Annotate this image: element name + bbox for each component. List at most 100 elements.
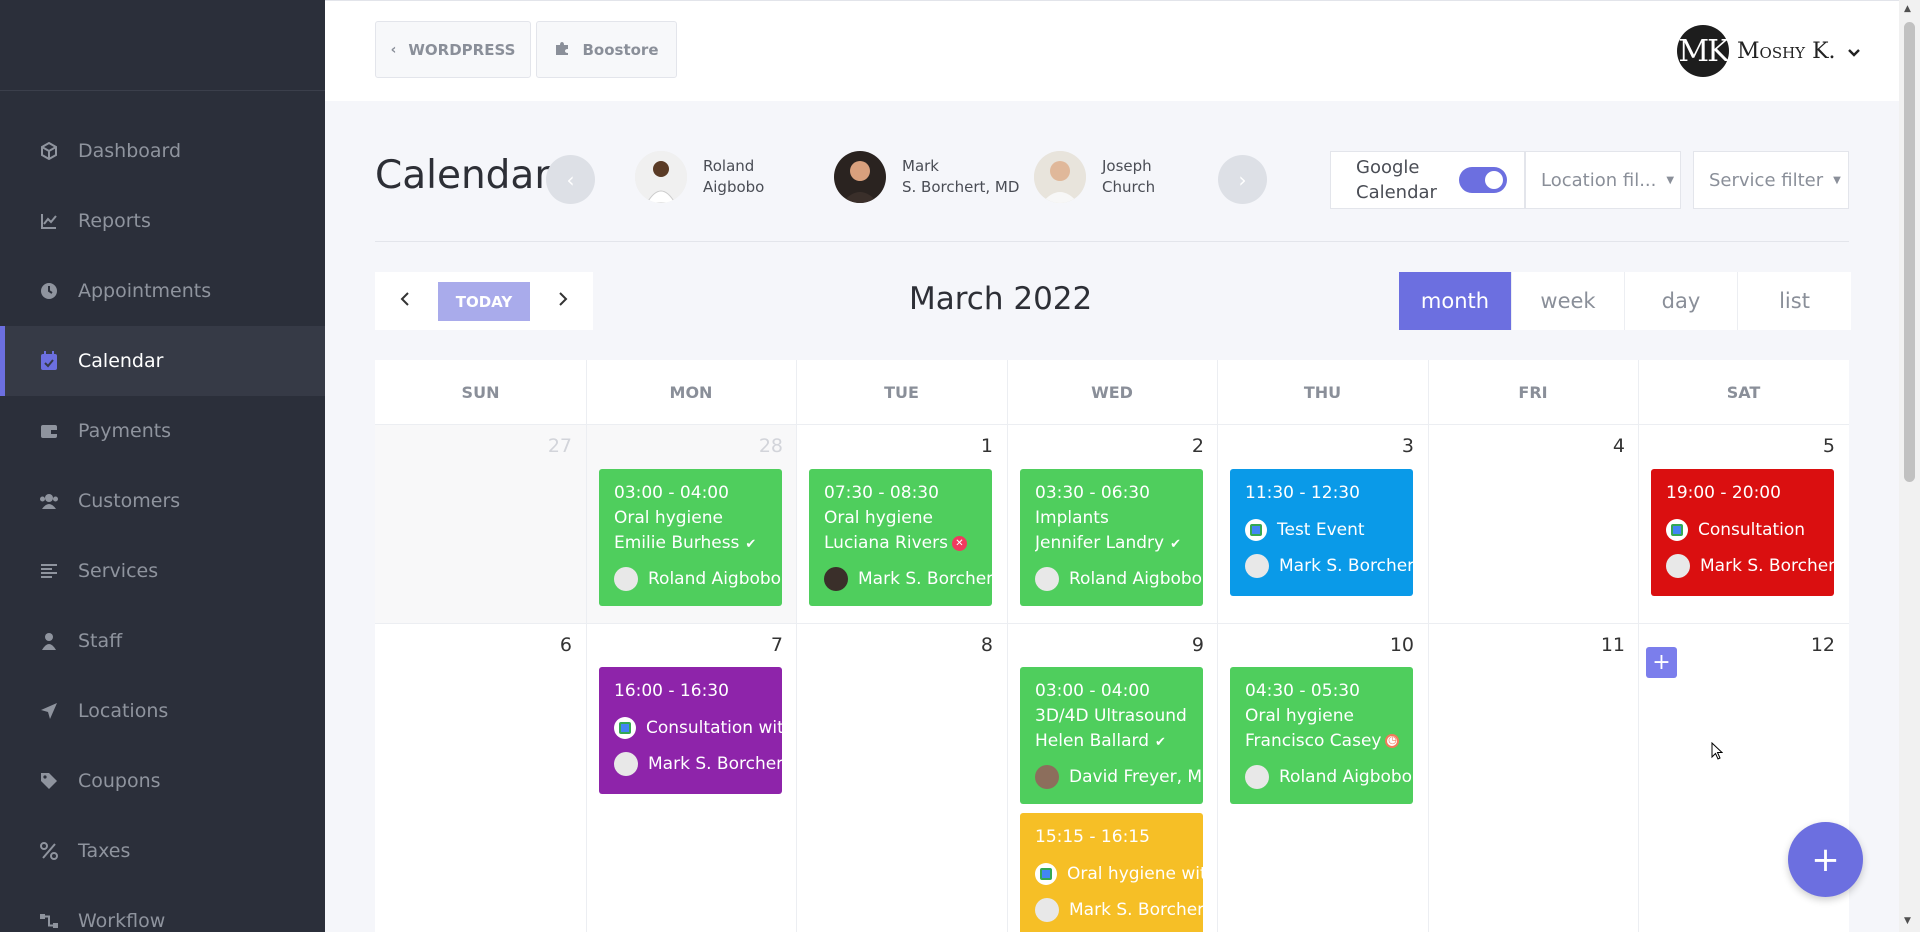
event-customer: Emilie Burhess [614,533,740,553]
sidebar-nav: Dashboard Reports Appointments Calendar … [0,116,325,932]
prev-month-button[interactable] [400,288,410,312]
day-number[interactable]: 9 [1164,634,1204,656]
event-time: 16:00 - 16:30 [614,681,729,701]
check-icon: ✔ [1170,537,1181,552]
wordpress-back-button[interactable]: ‹ WORDPRESS [375,21,531,78]
event-card[interactable]: 03:00 - 04:00 Oral hygiene Emilie Burhes… [599,469,782,606]
scrollbar-thumb[interactable] [1904,22,1915,482]
puzzle-icon [554,40,570,60]
staff-photo [834,151,886,203]
staff-item-joseph[interactable]: Joseph Church [1034,151,1156,203]
today-button[interactable]: TODAY [438,282,530,321]
avatar: MK [1677,25,1730,77]
add-appointment-fab[interactable]: + [1788,822,1863,897]
event-staff: Mark S. Borchert [858,569,992,589]
wallet-icon [38,420,60,442]
day-number[interactable]: 11 [1585,634,1625,656]
user-menu[interactable]: MK Moshy K. [1677,25,1860,77]
event-card[interactable]: 03:30 - 06:30 Implants Jennifer Landry ✔ … [1020,469,1203,606]
page-scrollbar[interactable]: ▲ ▼ [1899,0,1920,932]
event-staff: Mark S. Borchert [1700,556,1834,576]
event-card[interactable]: 15:15 - 16:15 Oral hygiene with Mark S. … [1020,813,1203,932]
sidebar-item-appointments[interactable]: Appointments [0,256,325,326]
scroll-up-icon[interactable]: ▲ [1904,4,1911,14]
sidebar-item-services[interactable]: Services [0,536,325,606]
google-calendar-label: Google Calendar [1356,157,1437,203]
mouse-cursor-icon [1711,742,1723,760]
event-staff: David Freyer, MD [1069,767,1203,787]
staff-avatar [614,567,638,591]
day-number[interactable]: 7 [743,634,783,656]
staff-item-mark[interactable]: Mark S. Borchert, MD [834,151,1029,203]
staff-name-line2: S. Borchert, MD [902,178,1020,196]
staff-next-button[interactable]: › [1218,155,1267,204]
grid-line [586,360,587,932]
sidebar-item-customers[interactable]: Customers [0,466,325,536]
day-number[interactable]: 6 [532,634,572,656]
service-filter[interactable]: Service filter ▼ [1693,151,1849,209]
day-number[interactable]: 3 [1374,435,1414,457]
day-number[interactable]: 4 [1585,435,1625,457]
staff-avatar [1245,554,1269,578]
staff-avatar [824,567,848,591]
sidebar-item-payments[interactable]: Payments [0,396,325,466]
weekday-header: SUN [461,382,500,402]
staff-avatar [1035,567,1059,591]
day-number[interactable]: 12 [1795,634,1835,656]
weekday-header: THU [1303,382,1342,402]
day-number[interactable]: 1 [953,435,993,457]
sidebar-item-label: Dashboard [78,140,182,162]
day-number[interactable]: 28 [743,435,783,457]
day-number[interactable]: 5 [1795,435,1835,457]
sidebar-item-label: Taxes [78,840,131,862]
top-bar: ‹ WORDPRESS Boostore MK Moshy K. [325,0,1899,101]
view-month-button[interactable]: month [1399,272,1512,330]
staff-name-line2: Church [1102,178,1156,196]
event-title: Oral hygiene with [1067,864,1203,884]
cube-icon [38,140,60,162]
view-week-button[interactable]: week [1512,272,1625,330]
boostore-button[interactable]: Boostore [536,21,677,78]
event-title: Consultation with [646,718,782,738]
sidebar-item-dashboard[interactable]: Dashboard [0,116,325,186]
sidebar-item-label: Coupons [78,770,161,792]
event-card[interactable]: 07:30 - 08:30 Oral hygiene Luciana River… [809,469,992,606]
day-number[interactable]: 10 [1374,634,1414,656]
event-staff: Mark S. Borchert [1069,900,1203,920]
google-calendar-toggle[interactable] [1459,167,1507,193]
event-customer: Jennifer Landry [1035,533,1165,553]
sidebar-item-taxes[interactable]: Taxes [0,816,325,886]
staff-item-roland[interactable]: Roland Aigbobo [635,151,825,203]
staff-avatar [1245,765,1269,789]
day-number[interactable]: 27 [532,435,572,457]
staff-prev-button[interactable]: ‹ [546,155,595,204]
sidebar-item-reports[interactable]: Reports [0,186,325,256]
page-title: Calendar [375,153,551,198]
add-event-day-button[interactable]: + [1646,647,1677,678]
event-card[interactable]: 03:00 - 04:00 3D/4D Ultrasound Helen Bal… [1020,667,1203,804]
pending-clock-icon: ◷ [1385,734,1400,748]
event-card[interactable]: 11:30 - 12:30 Test Event Mark S. Borcher… [1230,469,1413,596]
users-icon [38,490,60,512]
day-number[interactable]: 2 [1164,435,1204,457]
caret-down-icon: ▼ [1666,174,1675,186]
sidebar-item-coupons[interactable]: Coupons [0,746,325,816]
staff-avatar [1035,765,1059,789]
staff-avatar [614,752,638,776]
scroll-down-icon[interactable]: ▼ [1904,916,1911,926]
staff-name-line1: Mark [902,157,939,175]
next-month-button[interactable] [558,288,568,312]
user-name: Moshy K. [1737,38,1836,64]
sidebar-item-calendar[interactable]: Calendar [0,326,325,396]
event-card[interactable]: 16:00 - 16:30 Consultation with Mark S. … [599,667,782,794]
view-day-button[interactable]: day [1625,272,1738,330]
sidebar-item-staff[interactable]: Staff [0,606,325,676]
view-list-button[interactable]: list [1738,272,1851,330]
event-card[interactable]: 19:00 - 20:00 Consultation Mark S. Borch… [1651,469,1834,596]
day-number[interactable]: 8 [953,634,993,656]
sidebar-item-locations[interactable]: Locations [0,676,325,746]
sidebar-item-workflow[interactable]: Workflow [0,886,325,932]
chevron-left-icon: ‹ [390,41,397,58]
event-card[interactable]: 04:30 - 05:30 Oral hygiene Francisco Cas… [1230,667,1413,804]
location-filter[interactable]: Location fil... ▼ [1525,151,1681,209]
